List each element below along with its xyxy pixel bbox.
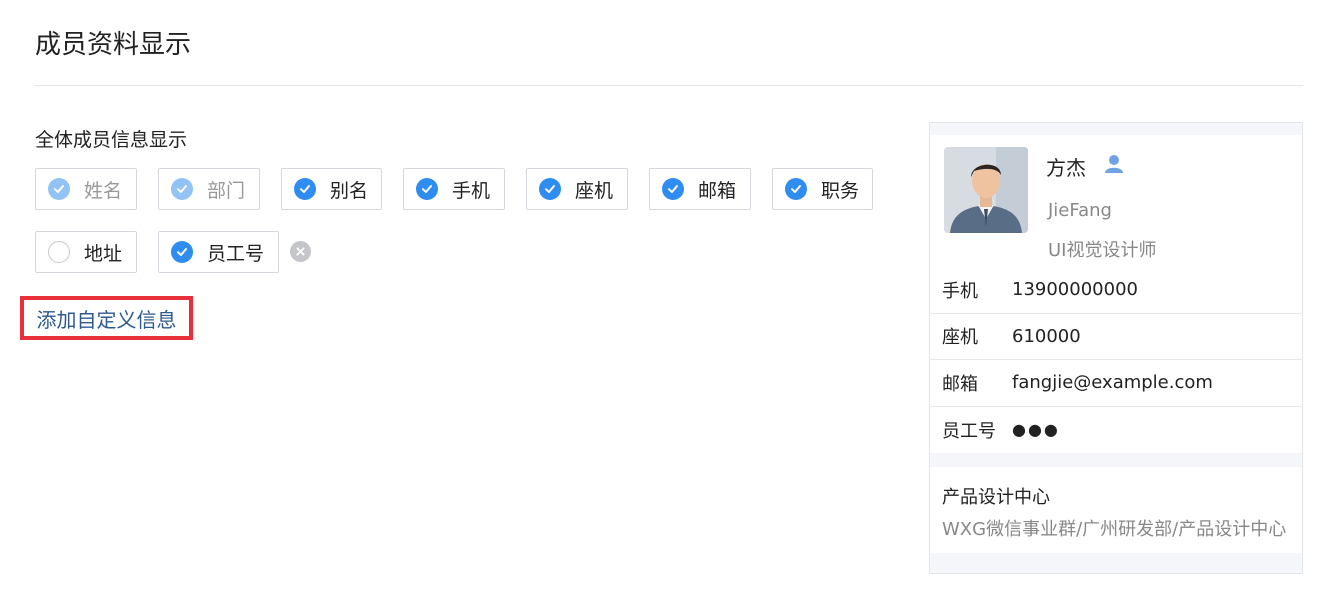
field-chip-alias[interactable]: 别名: [281, 168, 382, 210]
field-chip-label: 部门: [207, 179, 246, 202]
field-chip-label: 姓名: [84, 179, 123, 202]
department-name: 产品设计中心: [942, 487, 1050, 508]
check-icon: [171, 241, 193, 263]
field-chip-label: 手机: [452, 179, 491, 202]
remove-circle-icon[interactable]: [290, 241, 311, 262]
info-value-masked: ●●●: [1012, 420, 1060, 440]
page-title: 成员资料显示: [35, 30, 192, 60]
check-icon: [294, 178, 316, 200]
check-icon: [662, 178, 684, 200]
field-chip-label: 地址: [84, 242, 123, 265]
field-chip-landline[interactable]: 座机: [526, 168, 628, 210]
field-chip-label: 员工号: [207, 242, 265, 265]
field-chip-address[interactable]: 地址: [35, 231, 137, 273]
info-row-landline: 座机 610000: [930, 314, 1302, 360]
info-value: fangjie@example.com: [1012, 372, 1213, 394]
member-english-name: JieFang: [1048, 200, 1112, 221]
department-path: WXG微信事业群/广州研发部/产品设计中心: [942, 519, 1287, 540]
check-icon: [416, 178, 438, 200]
field-chip-name[interactable]: 姓名: [35, 168, 137, 210]
field-chip-label: 别名: [330, 179, 369, 202]
member-job-title: UI视觉设计师: [1048, 240, 1157, 261]
field-chip-position[interactable]: 职务: [772, 168, 873, 210]
check-icon: [539, 178, 561, 200]
member-name: 方杰: [1046, 156, 1086, 180]
check-icon: [171, 178, 193, 200]
avatar: [944, 147, 1028, 233]
field-chip-label: 邮箱: [698, 179, 737, 202]
field-chip-email[interactable]: 邮箱: [649, 168, 751, 210]
section-label: 全体成员信息显示: [35, 129, 188, 151]
info-row-employee-id: 员工号 ●●●: [930, 407, 1302, 454]
info-key: 手机: [942, 280, 978, 302]
header-divider: [35, 85, 1303, 86]
field-chip-label: 座机: [575, 179, 614, 202]
info-value: 610000: [1012, 325, 1081, 347]
field-chip-employee-id[interactable]: 员工号: [158, 231, 279, 273]
department-section: 产品设计中心 WXG微信事业群/广州研发部/产品设计中心: [930, 467, 1302, 553]
field-chip-mobile[interactable]: 手机: [403, 168, 505, 210]
info-row-mobile: 手机 13900000000: [930, 267, 1302, 314]
unchecked-circle-icon: [48, 241, 70, 263]
info-row-email: 邮箱 fangjie@example.com: [930, 360, 1302, 407]
member-preview-card: 方杰 JieFang UI视觉设计师 手机 13900000000 座机 610…: [929, 122, 1303, 574]
add-custom-info-link[interactable]: 添加自定义信息: [20, 296, 193, 340]
info-key: 员工号: [942, 420, 996, 442]
info-value: 13900000000: [1012, 279, 1138, 301]
field-chip-label: 职务: [821, 179, 860, 202]
check-icon: [785, 178, 807, 200]
field-chip-department[interactable]: 部门: [158, 168, 260, 210]
user-icon: [1103, 153, 1125, 175]
check-icon: [48, 178, 70, 200]
info-key: 座机: [942, 327, 978, 349]
contact-info-list: 手机 13900000000 座机 610000 邮箱 fangjie@exam…: [930, 267, 1302, 453]
info-key: 邮箱: [942, 373, 978, 395]
